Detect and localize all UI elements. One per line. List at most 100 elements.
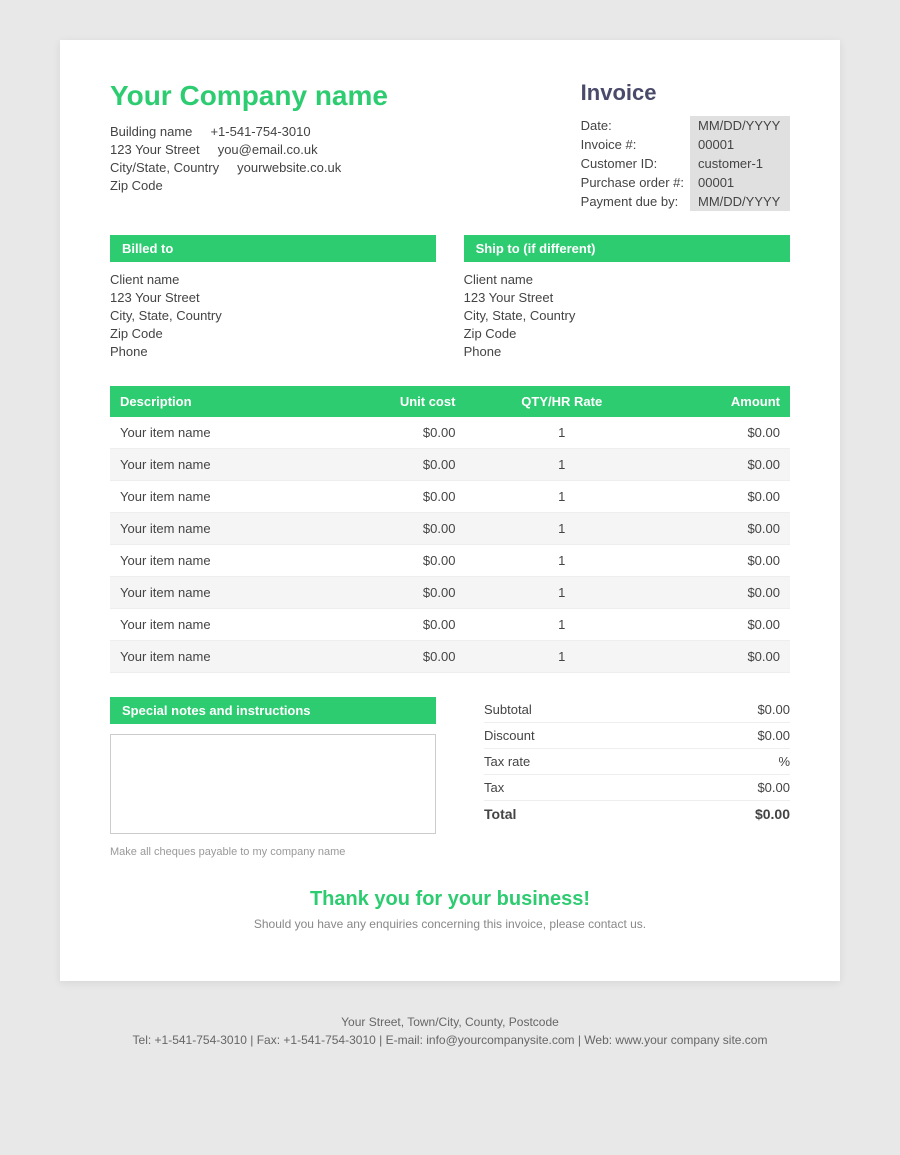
tax-rate-label: Tax rate — [484, 754, 530, 769]
item-description: Your item name — [110, 641, 321, 673]
table-row: Your item name $0.00 1 $0.00 — [110, 577, 790, 609]
col-unit-cost: Unit cost — [321, 386, 465, 417]
cheque-note: Make all cheques payable to my company n… — [110, 846, 790, 858]
billed-to-phone: Phone — [110, 344, 436, 359]
item-unit-cost: $0.00 — [321, 545, 465, 577]
item-description: Your item name — [110, 513, 321, 545]
date-label: Date: — [581, 116, 690, 135]
item-unit-cost: $0.00 — [321, 641, 465, 673]
item-unit-cost: $0.00 — [321, 513, 465, 545]
company-block: Your Company name Building name +1-541-7… — [110, 80, 388, 196]
item-amount: $0.00 — [658, 577, 790, 609]
item-description: Your item name — [110, 609, 321, 641]
billing-section: Billed to Client name 123 Your Street Ci… — [110, 235, 790, 362]
company-address-line2: 123 Your Street you@email.co.uk — [110, 142, 388, 157]
total-row: Total $0.00 — [484, 801, 790, 827]
invoice-date-row: Date: MM/DD/YYYY — [581, 116, 790, 135]
company-address-line3: City/State, Country yourwebsite.co.uk — [110, 160, 388, 175]
payment-due-label: Payment due by: — [581, 192, 690, 211]
item-amount: $0.00 — [658, 417, 790, 449]
notes-content — [110, 734, 436, 834]
item-qty: 1 — [465, 545, 658, 577]
table-row: Your item name $0.00 1 $0.00 — [110, 481, 790, 513]
item-unit-cost: $0.00 — [321, 449, 465, 481]
purchase-order-label: Purchase order #: — [581, 173, 690, 192]
purchase-order-value: 00001 — [690, 173, 790, 192]
billed-to-name: Client name — [110, 272, 436, 287]
item-description: Your item name — [110, 481, 321, 513]
totals-block: Subtotal $0.00 Discount $0.00 Tax rate %… — [484, 697, 790, 827]
notes-block: Special notes and instructions — [110, 697, 436, 834]
invoice-meta: Invoice Date: MM/DD/YYYY Invoice #: 0000… — [581, 80, 790, 211]
company-address-line1: Building name +1-541-754-3010 — [110, 124, 388, 139]
item-qty: 1 — [465, 513, 658, 545]
item-qty: 1 — [465, 481, 658, 513]
item-amount: $0.00 — [658, 609, 790, 641]
invoice-meta-table: Date: MM/DD/YYYY Invoice #: 00001 Custom… — [581, 116, 790, 211]
ship-to-street: 123 Your Street — [464, 290, 790, 305]
item-description: Your item name — [110, 577, 321, 609]
payment-due-value: MM/DD/YYYY — [690, 192, 790, 211]
ship-to-phone: Phone — [464, 344, 790, 359]
discount-row: Discount $0.00 — [484, 723, 790, 749]
item-qty: 1 — [465, 449, 658, 481]
invoice-document: Your Company name Building name +1-541-7… — [60, 40, 840, 981]
billed-to-header: Billed to — [110, 235, 436, 262]
items-table: Description Unit cost QTY/HR Rate Amount… — [110, 386, 790, 673]
purchase-order-row: Purchase order #: 00001 — [581, 173, 790, 192]
date-value: MM/DD/YYYY — [690, 116, 790, 135]
customer-id-row: Customer ID: customer-1 — [581, 154, 790, 173]
invoice-title: Invoice — [581, 80, 790, 106]
tax-rate-value: % — [778, 754, 790, 769]
bottom-section: Special notes and instructions Subtotal … — [110, 697, 790, 834]
company-info: Building name +1-541-754-3010 123 Your S… — [110, 124, 388, 193]
ship-to-zip: Zip Code — [464, 326, 790, 341]
item-description: Your item name — [110, 545, 321, 577]
table-row: Your item name $0.00 1 $0.00 — [110, 609, 790, 641]
discount-value: $0.00 — [757, 728, 790, 743]
table-row: Your item name $0.00 1 $0.00 — [110, 417, 790, 449]
billed-to-city: City, State, Country — [110, 308, 436, 323]
subtotal-row: Subtotal $0.00 — [484, 697, 790, 723]
tax-row: Tax $0.00 — [484, 775, 790, 801]
table-row: Your item name $0.00 1 $0.00 — [110, 449, 790, 481]
footer-address: Your Street, Town/City, County, Postcode — [0, 1015, 900, 1029]
item-qty: 1 — [465, 609, 658, 641]
subtotal-value: $0.00 — [757, 702, 790, 717]
tax-label: Tax — [484, 780, 504, 795]
tax-value: $0.00 — [757, 780, 790, 795]
item-unit-cost: $0.00 — [321, 417, 465, 449]
ship-to-city: City, State, Country — [464, 308, 790, 323]
item-amount: $0.00 — [658, 641, 790, 673]
total-label: Total — [484, 806, 516, 822]
company-name: Your Company name — [110, 80, 388, 112]
payment-due-row: Payment due by: MM/DD/YYYY — [581, 192, 790, 211]
thank-you-heading: Thank you for your business! — [110, 888, 790, 911]
header-section: Your Company name Building name +1-541-7… — [110, 80, 790, 211]
col-qty: QTY/HR Rate — [465, 386, 658, 417]
col-description: Description — [110, 386, 321, 417]
notes-header: Special notes and instructions — [110, 697, 436, 724]
subtotal-label: Subtotal — [484, 702, 532, 717]
item-amount: $0.00 — [658, 513, 790, 545]
item-description: Your item name — [110, 417, 321, 449]
company-address-line4: Zip Code — [110, 178, 388, 193]
invoice-num-label: Invoice #: — [581, 135, 690, 154]
tax-rate-row: Tax rate % — [484, 749, 790, 775]
item-qty: 1 — [465, 417, 658, 449]
total-value: $0.00 — [755, 806, 790, 822]
table-row: Your item name $0.00 1 $0.00 — [110, 641, 790, 673]
discount-label: Discount — [484, 728, 535, 743]
item-amount: $0.00 — [658, 481, 790, 513]
item-description: Your item name — [110, 449, 321, 481]
item-amount: $0.00 — [658, 545, 790, 577]
item-unit-cost: $0.00 — [321, 577, 465, 609]
billed-to-block: Billed to Client name 123 Your Street Ci… — [110, 235, 436, 362]
item-unit-cost: $0.00 — [321, 609, 465, 641]
invoice-num-value: 00001 — [690, 135, 790, 154]
item-amount: $0.00 — [658, 449, 790, 481]
billed-to-zip: Zip Code — [110, 326, 436, 341]
footer-bar: Your Street, Town/City, County, Postcode… — [0, 1001, 900, 1061]
item-qty: 1 — [465, 641, 658, 673]
thank-you-subtext: Should you have any enquiries concerning… — [110, 917, 790, 931]
